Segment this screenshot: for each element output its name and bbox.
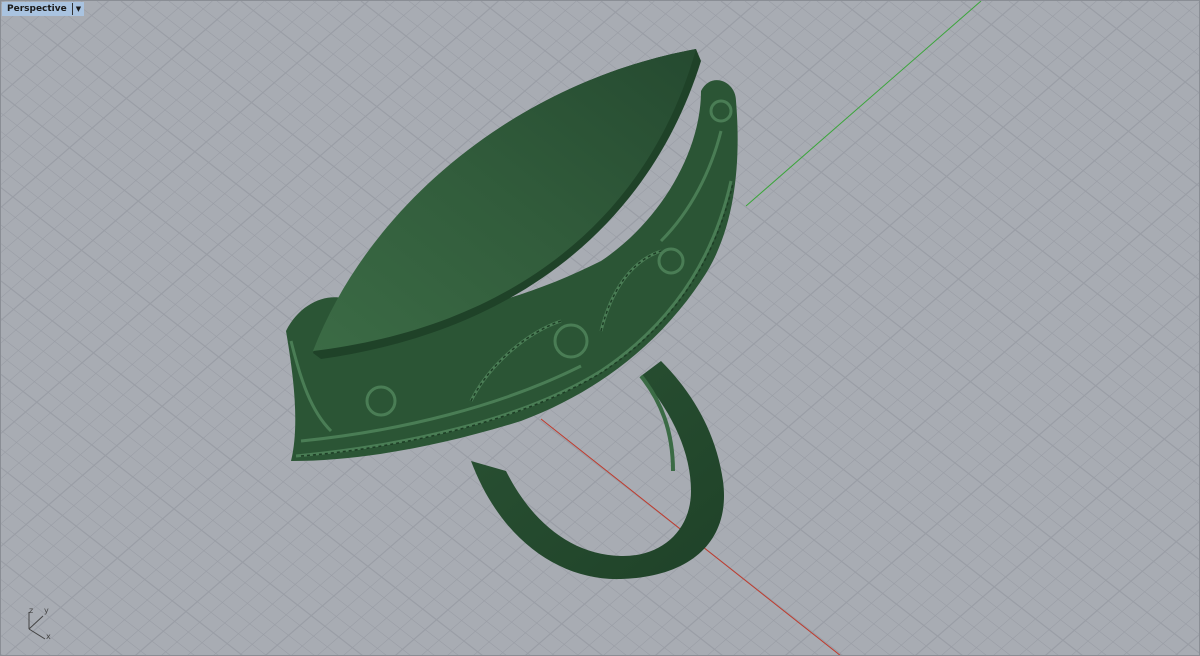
grid-line xyxy=(1,1,395,344)
grid-line xyxy=(1123,589,1199,655)
dropdown-arrow-icon[interactable]: ▼ xyxy=(71,3,84,15)
grid-line xyxy=(785,295,1199,655)
grid-line xyxy=(1,1,135,118)
axis-widget: z y x xyxy=(21,604,61,644)
grid-line xyxy=(759,272,1199,655)
grid-line xyxy=(672,1,1199,411)
3d-scene[interactable] xyxy=(1,1,1200,656)
grid-line xyxy=(1104,1,1199,75)
grid-line xyxy=(1,1,265,231)
grid-line xyxy=(984,1,1199,168)
grid-line xyxy=(744,1,1199,355)
grid-line xyxy=(915,408,1199,655)
axis-gizmo-icon xyxy=(28,612,46,640)
axis-y-label: y xyxy=(44,606,49,615)
grid-line xyxy=(889,385,1199,655)
axis-z-label: z xyxy=(29,606,34,615)
grid-line xyxy=(863,363,1199,655)
grid-line xyxy=(1,1,369,321)
grid-line xyxy=(967,453,1199,655)
grid-line xyxy=(1152,1,1199,38)
grid-line xyxy=(1176,1,1199,19)
axis-x-label: x xyxy=(46,632,51,641)
grid-line xyxy=(811,318,1199,655)
grid-line xyxy=(792,1,1199,318)
grid-line xyxy=(707,227,1199,655)
perspective-viewport[interactable]: Perspective ▼ z y x xyxy=(0,0,1200,656)
grid-line xyxy=(1080,1,1199,94)
grid-line xyxy=(1008,1,1199,150)
grid-line xyxy=(864,1,1199,262)
grid-line xyxy=(888,1,1199,243)
grid-line xyxy=(912,1,1199,224)
grid-line xyxy=(733,250,1199,655)
grid-line xyxy=(768,1,1199,336)
viewport-title-tab[interactable]: Perspective ▼ xyxy=(2,2,85,16)
grid-line xyxy=(1,1,317,276)
grid-line xyxy=(1097,566,1199,655)
grid-line xyxy=(1032,1,1199,131)
grid-line xyxy=(1,1,343,298)
grid-line xyxy=(655,182,1199,655)
grid-line xyxy=(840,1,1199,281)
viewport-title: Perspective xyxy=(7,4,67,14)
